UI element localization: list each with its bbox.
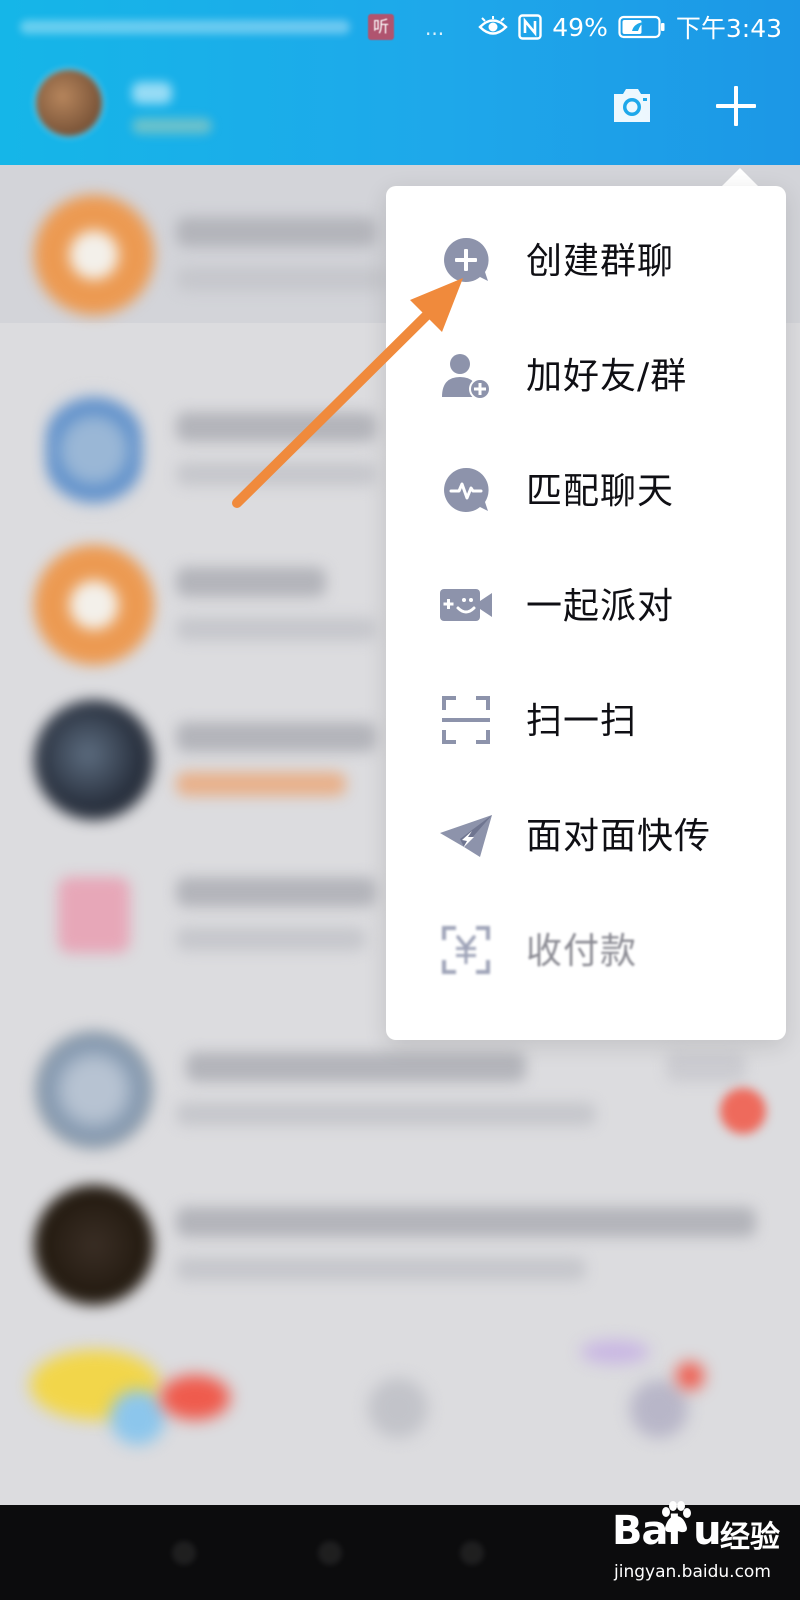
conversation-preview-blurred: [176, 927, 366, 951]
conversation-preview-blurred: [176, 1102, 596, 1126]
menu-item-face-to-face-transfer[interactable]: 面对面快传: [386, 779, 786, 894]
conversation-title-blurred: [176, 1207, 756, 1237]
menu-item-payment[interactable]: 收付款: [386, 894, 786, 1009]
conversation-title-blurred: [176, 877, 376, 907]
add-friend-icon: [442, 354, 491, 400]
conversation-preview-blurred: [176, 1257, 586, 1281]
baidu-jingyan-watermark: Bai u 经验 jingyan.baidu.com: [612, 1490, 787, 1590]
status-right: 49% 下午3:43: [468, 12, 782, 43]
tab-discover-badge: [676, 1362, 704, 1390]
face-to-face-transfer-icon: [440, 815, 492, 857]
nav-back-button[interactable]: [172, 1541, 196, 1565]
conversation-title-blurred: [176, 567, 326, 597]
menu-item-add-friend[interactable]: 加好友/群: [386, 319, 786, 434]
menu-item-label: 创建群聊: [526, 241, 675, 282]
clock-time: 下午3:43: [675, 14, 782, 43]
status-notifications: 听 ···: [20, 14, 444, 44]
create-group-chat-icon: [444, 237, 489, 282]
profile-status-blurred: [132, 118, 212, 134]
scan-icon: [442, 696, 490, 744]
ting-badge: 听: [368, 14, 394, 40]
tab-discover-icon[interactable]: [630, 1380, 688, 1438]
menu-item-label: 面对面快传: [526, 816, 712, 857]
nfc-icon: [518, 14, 542, 40]
battery-icon: [618, 15, 665, 39]
blurred-notification-icons: [20, 20, 350, 34]
menu-item-label: 匹配聊天: [526, 471, 675, 512]
tab-contacts-icon[interactable]: [368, 1378, 428, 1438]
nav-recents-button[interactable]: [460, 1541, 484, 1565]
profile-name-blurred: [132, 82, 172, 104]
profile-avatar[interactable]: [36, 70, 102, 136]
menu-item-label: 一起派对: [526, 586, 675, 627]
battery-percent: 49%: [552, 12, 608, 42]
menu-item-label: 加好友/群: [526, 356, 688, 397]
conversation-avatar: [34, 1185, 154, 1305]
party-icon: [440, 589, 492, 621]
conversation-avatar: [46, 390, 142, 510]
conversation-avatar: [34, 700, 154, 820]
menu-item-party[interactable]: 一起派对: [386, 549, 786, 664]
conversation-preview-blurred: [176, 267, 386, 291]
camera-icon[interactable]: [610, 84, 654, 126]
watermark-jingyan: 经验: [720, 1520, 780, 1555]
conversation-preview-blurred: [176, 617, 376, 641]
eye-comfort-icon: [478, 16, 508, 35]
more-notifications-dots: ···: [425, 22, 445, 46]
plus-icon[interactable]: [712, 82, 760, 130]
plus-dropdown-menu: 创建群聊 加好友/群 匹配聊天 一起派对 扫一扫 面对面快传 收付款: [386, 186, 786, 1040]
menu-item-label: 收付款: [526, 931, 638, 972]
conversation-preview-blurred: [176, 772, 346, 796]
conversation-time-blurred: [666, 1052, 746, 1082]
status-bar: 听 ··· 49% 下午3:43: [0, 0, 800, 56]
conversation-title-blurred: [186, 1052, 526, 1082]
baidu-paw-icon: [662, 1501, 691, 1533]
conversation-avatar: [34, 195, 154, 315]
blurred-tag: [580, 1340, 650, 1364]
match-chat-icon: [444, 467, 489, 512]
payment-icon: [442, 926, 490, 974]
conversation-title-blurred: [176, 217, 376, 247]
bottom-tab-bar: [0, 1330, 800, 1505]
conversation-row[interactable]: [0, 1155, 800, 1313]
menu-item-scan[interactable]: 扫一扫: [386, 664, 786, 779]
watermark-url: jingyan.baidu.com: [614, 1562, 771, 1582]
nav-home-button[interactable]: [318, 1541, 342, 1565]
app-header: 听 ··· 49% 下午3:43: [0, 0, 800, 165]
conversation-avatar: [34, 545, 154, 665]
menu-item-create-group-chat[interactable]: 创建群聊: [386, 204, 786, 319]
conversation-title-blurred: [176, 722, 376, 752]
conversation-preview-blurred: [176, 462, 376, 486]
menu-item-label: 扫一扫: [526, 701, 638, 742]
menu-item-match-chat[interactable]: 匹配聊天: [386, 434, 786, 549]
conversation-title-blurred: [176, 412, 376, 442]
unread-badge: [720, 1088, 766, 1134]
menu-pointer: [722, 168, 758, 186]
app-screen: 听 ··· 49% 下午3:43 创建群聊 加好友/群 匹配聊天 一起派对 扫一…: [0, 0, 800, 1600]
tab-messages-badge: [160, 1375, 230, 1420]
conversation-avatar: [58, 877, 130, 953]
conversation-avatar: [34, 1030, 154, 1150]
tab-messages-icon[interactable]: [110, 1390, 165, 1445]
